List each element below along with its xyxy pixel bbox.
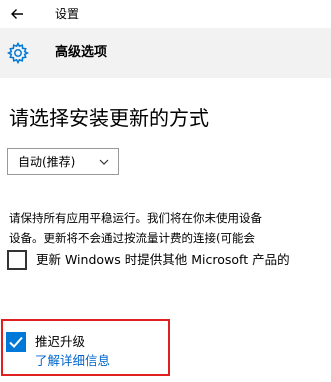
description-text-line-2: 设备。更新将不会通过按流量计费的连接(可能会: [9, 231, 255, 245]
learn-more-link[interactable]: 了解详细信息: [35, 353, 110, 369]
gear-icon: [6, 41, 30, 65]
defer-upgrades-option[interactable]: 推迟升级: [6, 332, 166, 354]
window-title: 设置: [55, 7, 80, 21]
back-button[interactable]: [6, 3, 28, 25]
description-text-line-1: 请保持所有应用平稳运行。我们将在你未使用设备: [9, 211, 262, 225]
defer-upgrades-checkbox[interactable]: [6, 332, 26, 352]
section-heading: 请选择安装更新的方式: [9, 106, 209, 130]
defer-upgrades-label: 推迟升级: [35, 334, 86, 349]
page-header: 高级选项: [0, 28, 331, 78]
title-bar: 设置: [0, 0, 331, 28]
other-products-checkbox[interactable]: [7, 250, 27, 270]
checkmark-icon: [9, 336, 23, 348]
page-title: 高级选项: [55, 45, 108, 60]
install-mode-dropdown[interactable]: 自动(推荐): [7, 148, 119, 175]
other-products-option[interactable]: 更新 Windows 时提供其他 Microsoft 产品的: [7, 250, 331, 272]
back-arrow-icon: [11, 9, 23, 19]
chevron-down-icon: [99, 159, 109, 165]
other-products-label: 更新 Windows 时提供其他 Microsoft 产品的: [36, 252, 290, 267]
install-mode-selected: 自动(推荐): [18, 155, 76, 169]
